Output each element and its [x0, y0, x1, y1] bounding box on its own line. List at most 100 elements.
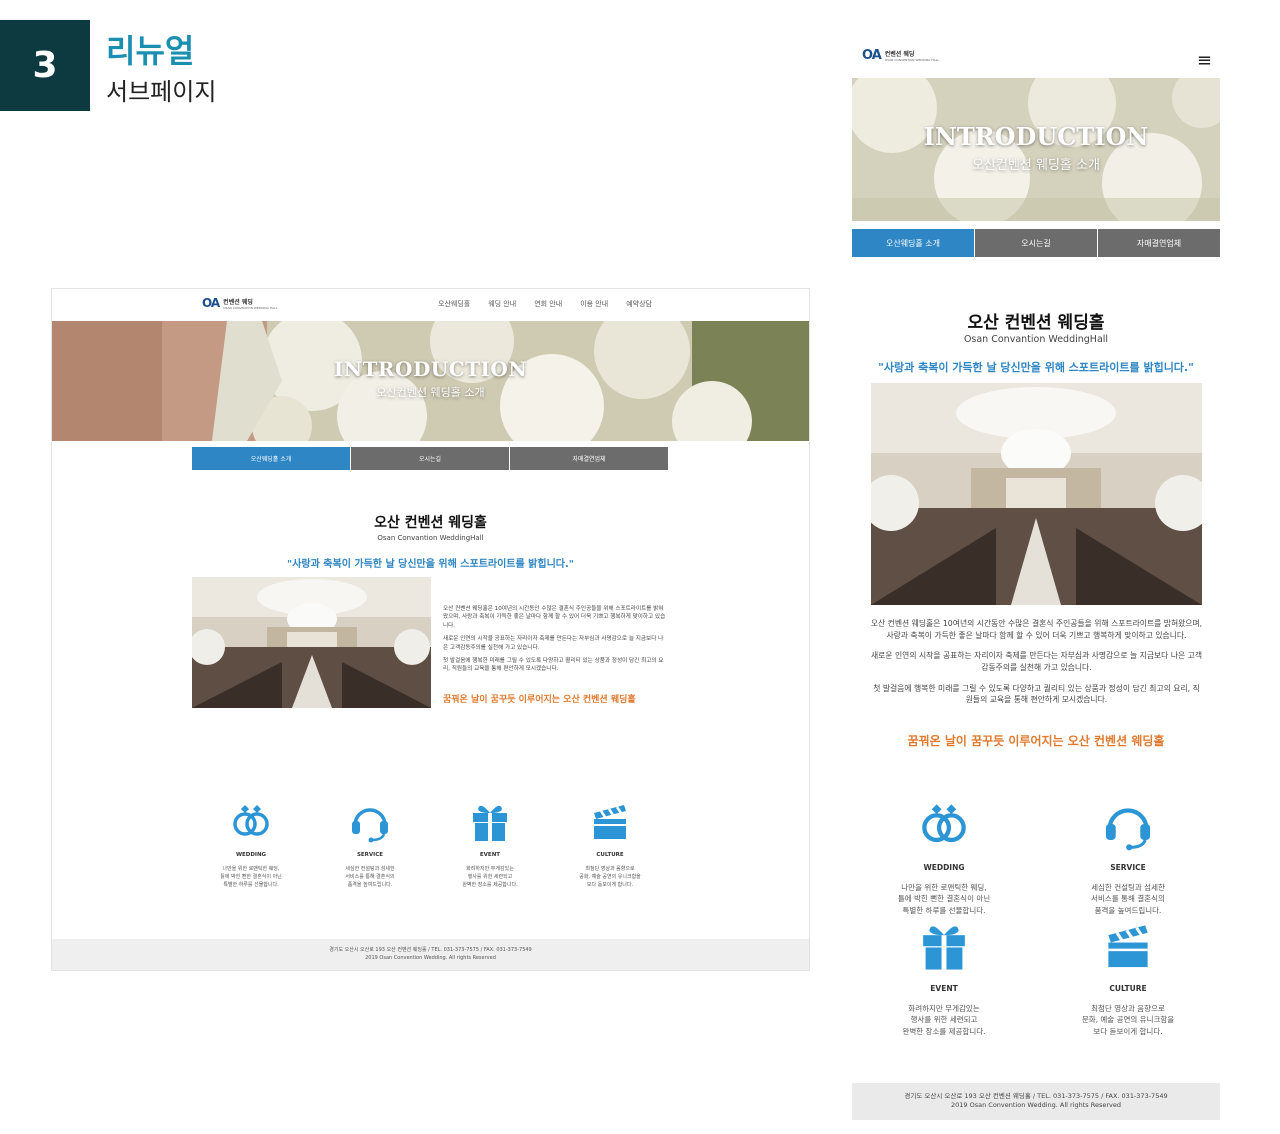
feature-desc-line: 보다 돋보이게 합니다. — [586, 881, 634, 888]
nav-item-wedding-info[interactable]: 웨딩 안내 — [488, 299, 516, 309]
desktop-sub-tabs: 오산웨딩홀 소개 오시는길 자매결연업체 — [192, 447, 668, 470]
nav-item-reservation[interactable]: 예약상담 — [626, 299, 652, 309]
rings-icon — [233, 805, 269, 836]
feature-wedding: WEDDING 나만을 위한 로맨틱한 웨딩, 틀에 박힌 뻔한 결혼식이 아닌… — [869, 797, 1019, 916]
feature-title: CULTURE — [596, 852, 624, 858]
feature-service: SERVICE 세심한 컨설팅과 섬세한 서비스를 통해 결혼식의 품격을 높여… — [1053, 797, 1203, 916]
feature-title: CULTURE — [1109, 984, 1147, 993]
feature-desc-line: 나만을 위한 로맨틱한 웨딩, — [901, 883, 987, 892]
logo-text: 컨벤션 웨딩 — [884, 51, 915, 58]
footer-address: 경기도 오산시 오산로 193 오산 컨벤션 웨딩홀 / TEL. 031-37… — [904, 1092, 1168, 1100]
tab-partners[interactable]: 자매결연업체 — [1098, 229, 1220, 257]
feature-desc: 최첨단 영상과 음향으로 문화, 예술 공연의 유니크함을 보다 돋보이게 합니… — [1053, 1003, 1203, 1037]
feature-desc-line: 세심한 컨설팅과 섬세한 — [1091, 883, 1165, 892]
feature-desc: 화려하지만 무게감있는 행사를 위한 세련되고 완벽한 장소를 제공합니다. — [445, 866, 535, 889]
section-subtitle: 서브페이지 — [106, 78, 217, 106]
feature-culture: CULTURE 최첨단 영상과 음향으로 공화, 예술 공연의 유니크함을 보다… — [565, 799, 655, 889]
intro-text: 오산 컨벤션 웨딩홀은 10여년의 시간동안 수많은 결혼식 주인공들을 위해 … — [870, 618, 1203, 715]
tab-directions[interactable]: 오시는길 — [975, 229, 1097, 257]
feature-desc-line: 행사를 위한 세련되고 — [910, 1015, 978, 1025]
feature-desc-line: 품격을 높여드립니다. — [347, 881, 393, 888]
feature-event: EVENT 화려하지만 무게감있는 행사를 위한 세련되고 완벽한 장소를 제공… — [869, 918, 1019, 1037]
section-number-badge: 3 — [0, 20, 90, 111]
tab-intro[interactable]: 오산웨딩홀 소개 — [852, 229, 974, 257]
section-number: 3 — [32, 45, 58, 86]
page-heading: 오산 컨벤션 웨딩홀 — [374, 515, 487, 531]
desktop-navbar: OA 컨벤션 웨딩 OSAN CONVENTION WEDDING HALL 오… — [52, 289, 809, 321]
feature-title: EVENT — [930, 984, 958, 993]
feature-title: SERVICE — [1110, 863, 1146, 872]
nav-item-osan-wedding[interactable]: 오산웨딩홀 — [438, 299, 470, 309]
intro-quote: "사랑과 축복이 가득한 날 당신만을 위해 스포트라이트를 밝힙니다." — [878, 361, 1194, 374]
footer-copyright: 2019 Osan Convention Wedding. All rights… — [365, 954, 496, 961]
feature-desc: 세심한 컨설팅과 섬세한 서비스를 통해 결혼식의 품격을 높여드립니다. — [325, 866, 415, 889]
footer-address: 경기도 오산시 오산로 193 오산 컨벤션 웨딩홀 / TEL. 031-37… — [329, 947, 532, 953]
mobile-footer: 경기도 오산시 오산로 193 오산 컨벤션 웨딩홀 / TEL. 031-37… — [852, 1083, 1220, 1120]
feature-desc: 화려하지만 무게감있는 행사를 위한 세련되고 완벽한 장소를 제공합니다. — [869, 1003, 1019, 1037]
section-title: 리뉴얼 — [106, 32, 195, 70]
mobile-logo[interactable]: OA 컨벤션 웨딩 OSAN CONVENTION WEDDING HALL — [862, 48, 939, 63]
hamburger-menu-icon[interactable]: ≡ — [1197, 50, 1212, 71]
headset-icon — [1105, 808, 1151, 851]
feature-title: WEDDING — [235, 852, 267, 858]
intro-paragraph: 새로운 인연의 시작을 공표하는 자리이자 축제를 만든다는 자부심과 사명감으… — [443, 636, 664, 651]
feature-desc-line: 틀에 박힌 뻔한 결혼식이 아닌 — [220, 873, 282, 880]
wedding-hall-photo — [871, 383, 1202, 605]
intro-paragraph: 오산 컨벤션 웨딩홀은 10여년의 시간동안 수많은 결혼식 주인공들을 위해 … — [870, 619, 1203, 640]
feature-desc-line: 화려하지만 무게감있는 — [908, 1004, 980, 1013]
feature-desc-line: 서비스를 통해 결혼식의 — [1091, 894, 1165, 904]
feature-event: EVENT 화려하지만 무게감있는 행사를 위한 세련되고 완벽한 장소를 제공… — [445, 799, 535, 889]
intro-paragraph: 첫 발걸음에 행복한 미래를 그릴 수 있도록 다양하고 퀄리티 있는 상품과 … — [443, 657, 664, 673]
feature-desc-line: 행사를 위한 세련되고 — [467, 873, 513, 880]
tab-directions[interactable]: 오시는길 — [351, 447, 509, 470]
logo-subtext: OSAN CONVENTION WEDDING HALL — [223, 305, 278, 310]
feature-desc-line: 특별한 하루를 선물합니다. — [902, 905, 986, 915]
intro-paragraph: 새로운 인연의 시작을 공표하는 자리이자 축제를 만든다는 자부심과 사명감으… — [870, 651, 1202, 673]
accent-slogan: 꿈꿔온 날이 꿈꾸듯 이루어지는 오산 컨벤션 웨딩홀 — [907, 734, 1165, 748]
feature-desc-line: 세심한 컨설팅과 섬세한 — [345, 866, 395, 872]
tab-partners[interactable]: 자매결연업체 — [510, 447, 668, 470]
feature-desc-line: 품격을 높여드립니다. — [1094, 905, 1162, 915]
mobile-sub-tabs: 오산웨딩홀 소개 오시는길 자매결연업체 — [852, 229, 1220, 257]
intro-paragraph: 오산 컨벤션 웨딩홀은 10여년의 시간동안 수많은 결혼식 주인공들을 위해 … — [443, 606, 666, 629]
mobile-header: OA 컨벤션 웨딩 OSAN CONVENTION WEDDING HALL ≡ — [852, 40, 1220, 78]
feature-desc-line: 완벽한 장소를 제공합니다. — [902, 1026, 986, 1036]
feature-title: EVENT — [479, 852, 501, 858]
accent-slogan: 꿈꿔온 날이 꿈꾸듯 이루어지는 오산 컨벤션 웨딩홀 — [443, 695, 636, 705]
wedding-hall-photo — [192, 577, 431, 708]
logo-mark: OA — [202, 296, 220, 310]
headset-icon — [352, 808, 388, 843]
nav-item-banquet-info[interactable]: 연회 안내 — [534, 299, 562, 309]
feature-desc-line: 최첨단 영상과 음향으로 — [585, 866, 635, 872]
desktop-logo[interactable]: OA 컨벤션 웨딩 OSAN CONVENTION WEDDING HALL — [202, 296, 277, 310]
feature-desc-line: 보다 돋보이게 합니다. — [1093, 1026, 1163, 1036]
feature-desc-line: 특별한 하루를 선물합니다. — [223, 881, 279, 888]
mobile-hero-banner: INTRODUCTION 오산컨벤션 웨딩홀 소개 — [852, 78, 1220, 221]
feature-desc-line: 나만을 위한 로맨틱한 웨딩, — [222, 866, 280, 872]
hero-subtitle: 오산컨벤션 웨딩홀 소개 — [972, 158, 1100, 173]
nav-item-usage-info[interactable]: 이용 안내 — [580, 299, 608, 309]
feature-service: SERVICE 세심한 컨설팅과 섬세한 서비스를 통해 결혼식의 품격을 높여… — [325, 799, 415, 889]
feature-desc-line: 틀에 박힌 뻔한 결혼식이 아닌 — [897, 894, 991, 904]
feature-desc-line: 최첨단 영상과 음향으로 — [1091, 1004, 1165, 1013]
feature-desc: 나만을 위한 로맨틱한 웨딩, 틀에 박힌 뻔한 결혼식이 아닌 특별한 하루를… — [869, 882, 1019, 916]
tab-intro[interactable]: 오산웨딩홀 소개 — [192, 447, 350, 470]
page-heading-en: Osan Convantion WeddingHall — [377, 534, 484, 542]
rings-icon — [922, 804, 966, 843]
hero-title: INTRODUCTION — [333, 357, 528, 381]
clapperboard-icon — [1108, 925, 1148, 968]
feature-desc-line: 문화, 예술 공연의 유니크함을 — [1081, 1015, 1175, 1025]
logo-text: 컨벤션 웨딩 — [223, 298, 253, 306]
gift-icon — [473, 805, 507, 841]
intro-paragraph: 첫 발걸음에 행복한 미래를 그릴 수 있도록 다양하고 퀄리티 있는 상품과 … — [873, 683, 1200, 705]
feature-culture: CULTURE 최첨단 영상과 음향으로 문화, 예술 공연의 유니크함을 보다… — [1053, 918, 1203, 1037]
desktop-hero-banner: INTRODUCTION 오산컨벤션 웨딩홀 소개 — [52, 321, 809, 441]
logo-subtext: OSAN CONVENTION WEDDING HALL — [884, 58, 940, 62]
feature-desc-line: 화려하지만 무게감있는 — [466, 866, 514, 872]
page-heading-en: Osan Convantion WeddingHall — [963, 334, 1109, 345]
logo-mark: OA — [862, 48, 882, 63]
feature-desc: 최첨단 영상과 음향으로 공화, 예술 공연의 유니크함을 보다 돋보이게 합니… — [565, 866, 655, 889]
feature-desc: 나만을 위한 로맨틱한 웨딩, 틀에 박힌 뻔한 결혼식이 아닌 특별한 하루를… — [206, 866, 296, 889]
intro-quote: "사랑과 축복이 가득한 날 당신만을 위해 스포트라이트를 밝힙니다." — [287, 559, 574, 570]
page-heading: 오산 컨벤션 웨딩홀 — [967, 313, 1105, 333]
